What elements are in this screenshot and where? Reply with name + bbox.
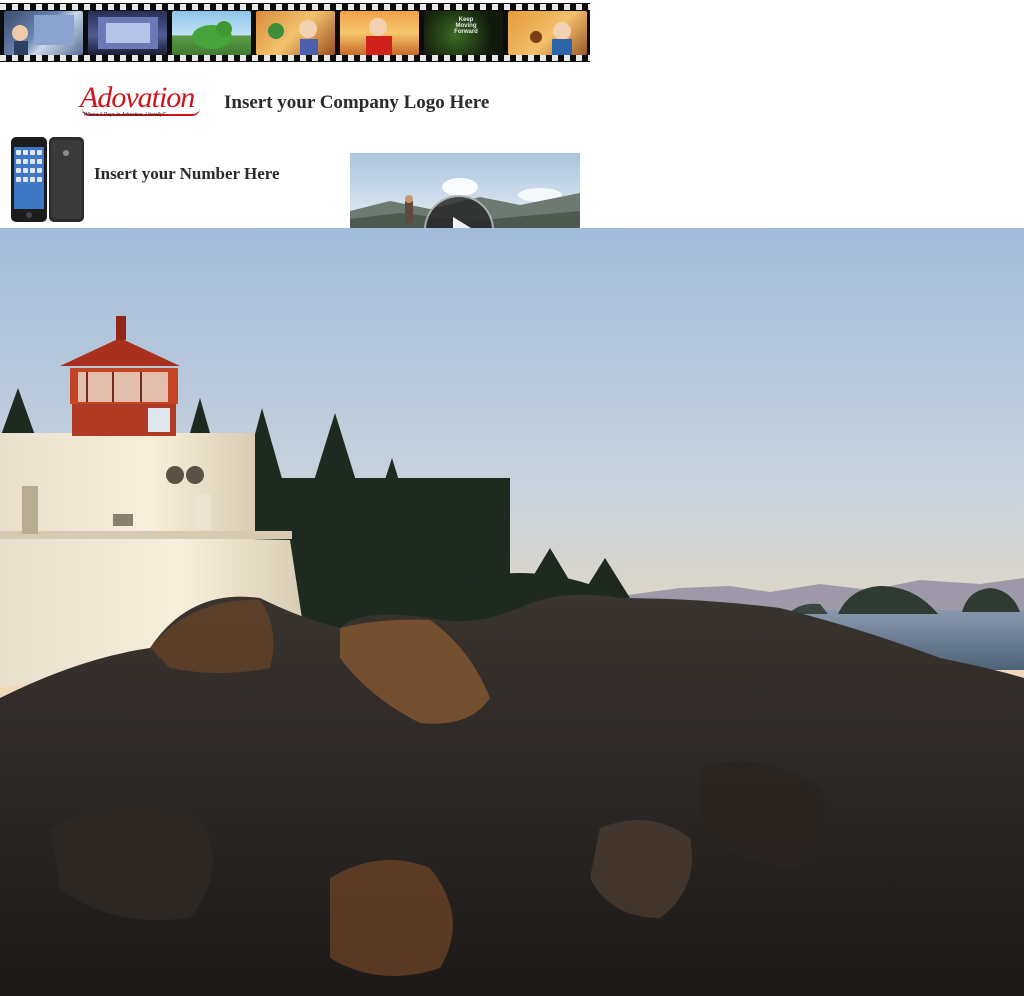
filmstrip-frame-6-text: Keep Moving Forward: [454, 17, 478, 35]
filmstrip-frame-2: [88, 11, 167, 55]
company-logo-placeholder: Insert your Company Logo Here: [224, 92, 490, 113]
logo-tagline: "Where it Pays to Advertise, Literally!": [82, 112, 166, 118]
smartphone-image: [11, 137, 84, 222]
video-thumbnail[interactable]: [350, 153, 580, 228]
filmstrip-frame-5: [340, 11, 419, 55]
phone-number-placeholder: Insert your Number Here: [94, 164, 280, 183]
filmstrip-sprockets-top: [0, 4, 590, 10]
filmstrip-sprockets-bottom: [0, 55, 590, 61]
play-icon: [453, 217, 471, 228]
filmstrip-frame-4: [256, 11, 335, 55]
adovation-logo[interactable]: Adovation "Where it Pays to Advertise, L…: [80, 82, 204, 122]
filmstrip-frame-7: [508, 11, 587, 55]
filmstrip-frame-3: [172, 11, 251, 55]
filmstrip-frame-6: Keep Moving Forward: [424, 11, 503, 55]
filmstrip-banner: Keep Moving Forward: [0, 3, 590, 62]
filmstrip-frame-1: [4, 11, 83, 55]
hero-lighthouse-image: [0, 228, 1024, 996]
